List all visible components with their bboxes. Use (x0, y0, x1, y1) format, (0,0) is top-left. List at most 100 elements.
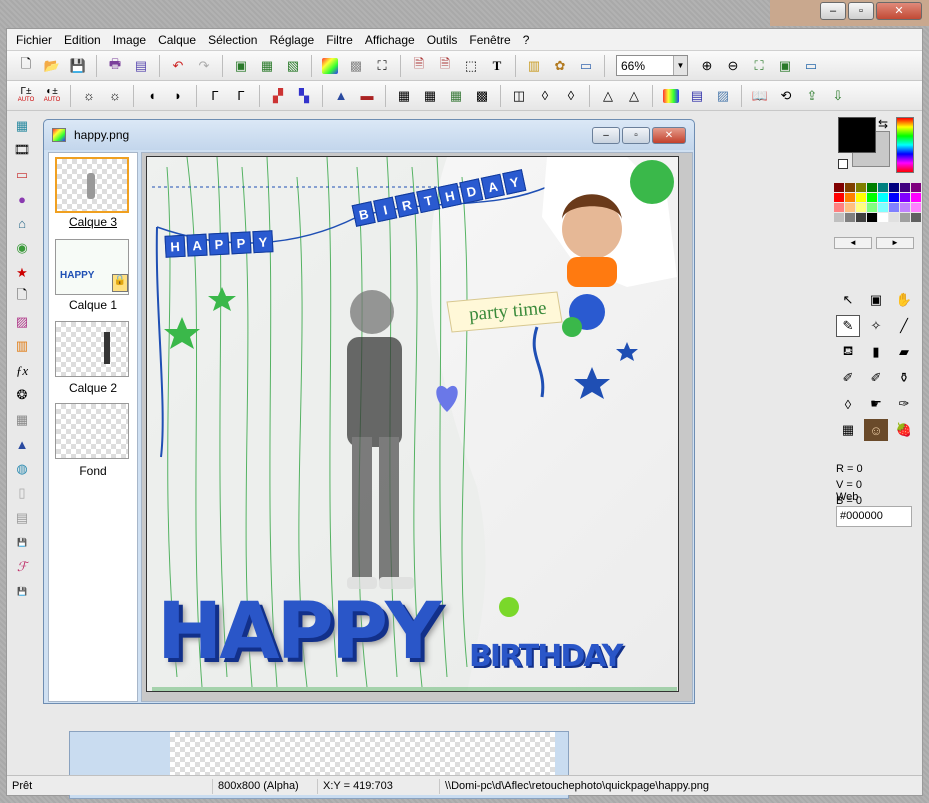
save-html-icon[interactable]: 💾 (11, 581, 33, 602)
eyedropper-icon[interactable]: ✎ (836, 315, 860, 337)
effect-icon[interactable]: ▨ (712, 85, 734, 107)
layer-label[interactable]: Calque 3 (49, 215, 137, 229)
colors-icon[interactable] (322, 57, 338, 74)
drop-icon[interactable]: ◊ (534, 85, 556, 107)
menu-fichier[interactable]: Fichier (10, 29, 58, 50)
gray-icon[interactable]: ▩ (345, 55, 367, 77)
sphere-icon[interactable]: ● (11, 189, 33, 210)
layer-label[interactable]: Calque 2 (49, 381, 137, 395)
menu-fenetre[interactable]: Fenêtre (463, 29, 516, 50)
layer-thumb-calque2[interactable] (55, 321, 129, 377)
calculator-icon[interactable]: ▦ (11, 115, 33, 136)
menu-outils[interactable]: Outils (421, 29, 464, 50)
bucket-icon[interactable]: ⛾ (836, 341, 860, 363)
crop-icon[interactable]: ⛶ (371, 55, 393, 77)
redo-icon[interactable]: ↷ (193, 55, 215, 77)
strawberry-icon[interactable]: 🍓 (892, 419, 916, 441)
contrast-down-icon[interactable]: ◖ (141, 85, 163, 107)
spray-icon[interactable]: ▮ (864, 341, 888, 363)
actual-size-icon[interactable]: ▣ (774, 55, 796, 77)
grid-icon[interactable]: ▦ (11, 409, 33, 430)
menu-calque[interactable]: Calque (152, 29, 202, 50)
gradient-icon[interactable]: ▤ (686, 85, 708, 107)
pointer-icon[interactable]: ↖ (836, 289, 860, 311)
foreground-color-swatch[interactable] (838, 117, 876, 153)
brush-plus-icon[interactable]: ✐ (864, 367, 888, 389)
levels-icon[interactable]: ▲ (330, 85, 352, 107)
mosaic-color-icon[interactable]: ▦ (445, 85, 467, 107)
print-icon[interactable]: 🖶 (104, 55, 126, 77)
stamp-icon[interactable]: ⚱ (892, 367, 916, 389)
paste-icon[interactable]: ▦ (256, 55, 278, 77)
reset-colors-icon[interactable] (838, 159, 848, 169)
palette-swatch[interactable] (845, 183, 855, 192)
book-small-icon[interactable]: ▯ (11, 483, 33, 504)
fullscreen-icon[interactable]: ▭ (800, 55, 822, 77)
mosaic-icon[interactable]: ▦ (393, 85, 415, 107)
palette-swatch[interactable] (845, 213, 855, 222)
drop-alt-icon[interactable]: ◊ (560, 85, 582, 107)
gamma-up-icon[interactable]: Γ (230, 85, 252, 107)
fx-icon[interactable]: ƒx (11, 360, 33, 381)
close-button[interactable]: ✕ (876, 2, 922, 20)
palette-swatch[interactable] (834, 183, 844, 192)
palette-swatch[interactable] (900, 193, 910, 202)
swap-colors-icon[interactable]: ⇆ (878, 117, 888, 131)
font-icon[interactable]: ℱ (11, 556, 33, 577)
thumbnail-icon[interactable]: ▣ (864, 289, 888, 311)
palette-swatch[interactable] (856, 213, 866, 222)
open-icon[interactable]: 📂 (41, 55, 63, 77)
doc-close-button[interactable]: ✕ (652, 127, 686, 144)
palette-swatch[interactable] (856, 203, 866, 212)
palette-swatch[interactable] (867, 193, 877, 202)
palette-swatch[interactable] (878, 183, 888, 192)
layer-label[interactable]: Calque 1 (49, 298, 137, 312)
menu-image[interactable]: Image (107, 29, 152, 50)
save-2000-icon[interactable]: 💾 (11, 532, 33, 553)
palette-next-button[interactable]: ► (876, 237, 914, 249)
layer-thumb-calque3[interactable] (55, 157, 129, 213)
water-drop-icon[interactable]: ◊ (836, 393, 860, 415)
text-icon[interactable]: T (486, 55, 508, 77)
saturation-down-icon[interactable]: ▞ (267, 85, 289, 107)
gamma-down-icon[interactable]: Γ (204, 85, 226, 107)
palette-swatch[interactable] (834, 213, 844, 222)
globe-icon[interactable]: ◍ (11, 458, 33, 479)
pattern-icon[interactable]: ▩ (471, 85, 493, 107)
paint-brush-icon[interactable]: ✑ (892, 393, 916, 415)
browse-icon[interactable]: ▥ (523, 55, 545, 77)
rings-icon[interactable]: ❂ (11, 385, 33, 406)
book-icon[interactable]: 📖 (749, 85, 771, 107)
brightness-up-icon[interactable]: ☼ (104, 85, 126, 107)
palette-swatch[interactable] (834, 193, 844, 202)
new-icon[interactable]: 🗋 (15, 55, 37, 77)
contrast-auto-icon[interactable]: ◐± AUTO (41, 85, 63, 107)
palette-swatch[interactable] (911, 193, 921, 202)
fit-icon[interactable]: ⛶ (748, 55, 770, 77)
undo-icon[interactable]: ↶ (167, 55, 189, 77)
palette-swatch[interactable] (889, 203, 899, 212)
palette-prev-button[interactable]: ◄ (834, 237, 872, 249)
maximize-button[interactable]: ▫ (848, 2, 874, 20)
menu-selection[interactable]: Sélection (202, 29, 263, 50)
rotate-icon[interactable]: ⟲ (775, 85, 797, 107)
grid-brush-icon[interactable]: ▦ (836, 419, 860, 441)
palette-swatch[interactable] (889, 183, 899, 192)
zoom-out-icon[interactable]: ⊖ (722, 55, 744, 77)
menu-filtre[interactable]: Filtre (320, 29, 359, 50)
triangle-icon[interactable]: △ (597, 85, 619, 107)
web-color-input[interactable]: #000000 (836, 506, 912, 527)
save-icon[interactable]: 💾 (67, 55, 89, 77)
palette-swatch[interactable] (911, 203, 921, 212)
line-icon[interactable]: ╱ (892, 315, 916, 337)
gradient-fill-icon[interactable]: ▥ (11, 336, 33, 357)
keyboard-icon[interactable]: ▤ (11, 507, 33, 528)
star-icon[interactable]: ★ (11, 262, 33, 283)
palette-swatch[interactable] (889, 213, 899, 222)
doc-maximize-button[interactable]: ▫ (622, 127, 650, 144)
triangle-alt-icon[interactable]: △ (623, 85, 645, 107)
palette-swatch[interactable] (867, 183, 877, 192)
hand-icon[interactable]: ✋ (892, 289, 916, 311)
palette-swatch[interactable] (900, 183, 910, 192)
page-icon[interactable]: 🗋 (11, 287, 33, 308)
